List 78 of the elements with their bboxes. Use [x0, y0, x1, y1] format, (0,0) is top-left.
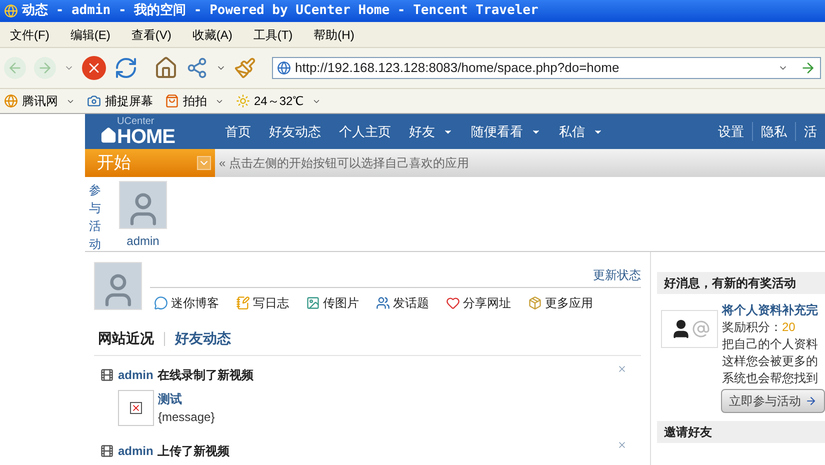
activity-description: 系统也会帮您找到: [722, 370, 818, 387]
action-link[interactable]: 写日志: [253, 294, 289, 312]
feed-tab[interactable]: 网站近况: [98, 328, 154, 349]
participants-title: 参与活动: [88, 182, 102, 253]
action-link[interactable]: 发话题: [393, 294, 429, 312]
globe-icon: [4, 94, 18, 108]
bag-icon: [165, 94, 179, 108]
video-description: {message}: [158, 409, 215, 426]
sun-icon: [236, 94, 250, 108]
film-icon: [100, 368, 114, 382]
link-item[interactable]: 捕捉屏幕: [105, 92, 153, 110]
feed-action: 上传了新视频: [157, 443, 230, 460]
join-activity-button[interactable]: 立即参与活动: [721, 389, 825, 413]
reward-label: 奖励积分：: [722, 319, 782, 336]
menu-item[interactable]: 编辑(E): [64, 26, 116, 44]
close-icon[interactable]: [617, 364, 627, 374]
activity-title-link[interactable]: 将个人资料补充完: [722, 302, 818, 319]
app-hint-text: « 点击左侧的开始按钮可以选择自己喜欢的应用: [219, 155, 470, 172]
stop-icon[interactable]: [82, 56, 106, 80]
notebook-icon: [236, 296, 250, 310]
logo-text: HOME: [117, 126, 175, 146]
link-item[interactable]: 24～32℃: [254, 92, 304, 110]
nav-link[interactable]: 个人主页: [339, 122, 391, 142]
nav-link[interactable]: 好友: [409, 122, 435, 142]
menu-item[interactable]: 收藏(A): [186, 26, 238, 44]
panel-title: 邀请好友: [664, 424, 712, 441]
package-icon: [528, 296, 542, 310]
people-icon: [376, 296, 390, 310]
link-item[interactable]: 腾讯网: [22, 92, 58, 110]
heart-icon: [446, 296, 460, 310]
menu-item[interactable]: 文件(F): [4, 26, 56, 44]
app-icon: [4, 4, 18, 18]
profile-icon: [661, 310, 718, 348]
go-icon[interactable]: [800, 60, 816, 76]
feed-action: 在线录制了新视频: [157, 367, 254, 384]
menu-item[interactable]: 帮助(H): [308, 26, 360, 44]
menu-item[interactable]: 查看(V): [125, 26, 178, 44]
panel-title: 好消息，有新的有奖活动: [664, 275, 796, 292]
film-icon: [100, 444, 114, 458]
share-icon[interactable]: [186, 57, 208, 79]
caret-icon: [197, 156, 211, 170]
page-icon: [277, 61, 291, 75]
avatar-placeholder: [94, 262, 142, 310]
user-link[interactable]: admin: [118, 442, 154, 460]
activity-description: 这样您会被更多的: [722, 353, 818, 370]
camera-icon: [87, 94, 101, 108]
speech-bubble-icon: [154, 296, 168, 310]
arrow-icon: [805, 395, 817, 407]
logo-small-text: UCenter: [117, 116, 156, 126]
nav-link[interactable]: 设置: [710, 122, 752, 142]
nav-link[interactable]: 首页: [225, 122, 251, 142]
close-icon[interactable]: [617, 440, 627, 450]
house-icon: [100, 127, 117, 144]
user-name[interactable]: admin: [126, 232, 160, 250]
action-link[interactable]: 分享网址: [463, 294, 511, 312]
action-link[interactable]: 更多应用: [545, 294, 593, 312]
action-link[interactable]: 传图片: [323, 294, 359, 312]
nav-link[interactable]: 好友动态: [269, 122, 321, 142]
nav-link[interactable]: 活: [795, 122, 825, 142]
refresh-icon[interactable]: [114, 56, 138, 80]
update-status-link[interactable]: 更新状态: [593, 266, 641, 284]
picture-icon: [306, 296, 320, 310]
nav-link[interactable]: 随便看看: [471, 122, 523, 142]
action-link[interactable]: 迷你博客: [171, 294, 219, 312]
address-field[interactable]: http://192.168.123.128:8083/home/space.php?do=home: [272, 57, 821, 79]
nav-link[interactable]: 私信: [559, 122, 585, 142]
avatar-placeholder: [119, 181, 167, 229]
user-link[interactable]: admin: [118, 366, 154, 384]
window-title: 动态 - admin - 我的空间 - Powered by UCenter Home - Tencent Traveler: [22, 2, 538, 20]
activity-description: 把自己的个人资料: [722, 336, 818, 353]
feed-tab[interactable]: 好友动态: [175, 328, 231, 349]
video-title-link[interactable]: 测试: [158, 390, 215, 408]
home-icon[interactable]: [154, 56, 178, 80]
nav-link[interactable]: 隐私: [752, 122, 795, 142]
broken-image-icon: [130, 402, 142, 414]
menu-item[interactable]: 工具(T): [247, 26, 299, 44]
reward-points: 20: [782, 319, 796, 336]
link-item[interactable]: 拍拍: [183, 92, 207, 110]
